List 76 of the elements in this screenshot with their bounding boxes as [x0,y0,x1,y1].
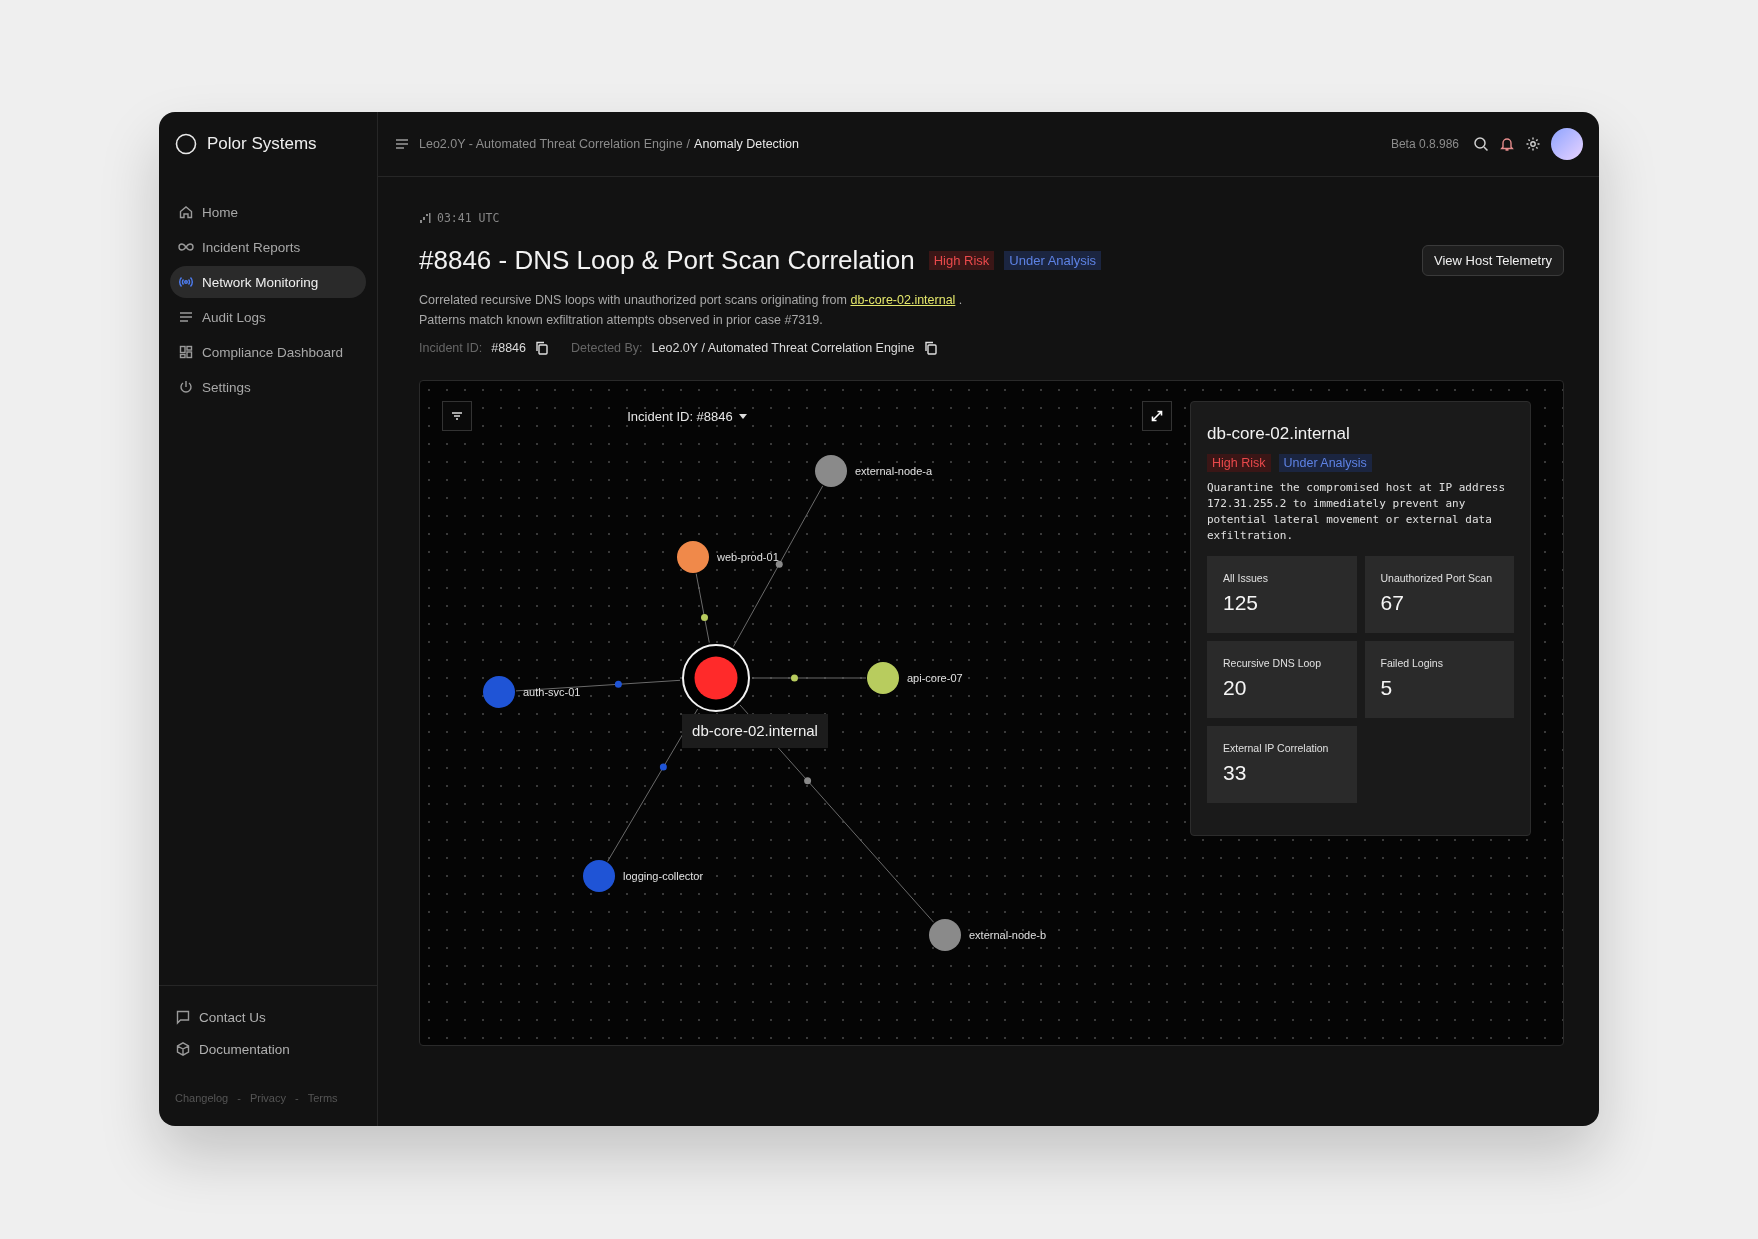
breadcrumb-separator: / [686,137,691,151]
logo-circle-icon [175,133,197,155]
cube-icon [175,1041,191,1057]
link-separator: - [237,1092,241,1104]
version-label: Beta 0.8.986 [1390,137,1459,151]
stat-value: 20 [1223,676,1248,700]
timestamp: 03:41 UTC [437,211,500,225]
chat-icon [175,1009,191,1025]
stat-label: Unauthorized Port Scan [1380,572,1493,584]
bell-icon[interactable] [1499,136,1515,152]
stat-value: 5 [1380,676,1394,700]
sidebar-item[interactable]: Audit Logs [170,301,366,333]
incident-title: #8846 - DNS Loop & Port Scan Correlation [419,245,915,276]
stat-label: Failed Logins [1380,657,1444,669]
sidebar-link[interactable]: Documentation [175,1038,361,1060]
sidebar-item[interactable]: Compliance Dashboard [170,336,366,368]
host-link[interactable]: db-core-02.internal [850,293,956,307]
sidebar-item[interactable]: Incident Reports [170,231,366,263]
breadcrumb-link[interactable]: Leo2.0Y - Automated Threat Correlation Engine [419,137,683,151]
connection-line [695,573,710,644]
selected-host-node[interactable] [682,644,750,712]
copy-icon[interactable] [535,341,549,355]
host-name: db-core-02.internal [1207,424,1351,444]
brand-name: Polor Systems [207,134,317,154]
incident-description: Correlated recursive DNS loops with unauthorized port scans originating from db-core-02.internal . Patterns match known exfiltration attempts observed in prior case #7319. [419,292,964,329]
host-node[interactable] [583,860,615,892]
status-tag: High Risk [928,251,995,270]
view-telemetry-button[interactable]: View Host Telemetry [1422,245,1564,276]
breadcrumb-link[interactable]: Anomaly Detection [694,137,799,151]
node-label: logging-collector [623,870,704,882]
filter-button[interactable] [442,401,472,431]
status-tag: Under Analysis [1278,454,1372,472]
node-label: web-prod-01 [717,551,779,563]
meta-label: Detected By: [571,341,643,355]
stat-label: All Issues [1223,572,1269,584]
node-label: external-node-b [969,929,1047,941]
sidebar-item[interactable]: Network Monitoring [170,266,366,298]
caret-icon [738,413,747,419]
filter-icon [450,409,464,423]
sidebar-item[interactable]: Settings [170,371,366,403]
sidebar-item[interactable]: Home [170,196,366,228]
stat-value: 125 [1223,591,1260,615]
settings-icon[interactable] [1525,136,1541,152]
recommendation-text: Quarantine the compromised host at IP address 172.31.255.2 to immediately prevent any potential lateral movement or external data exfiltration. [1207,480,1506,544]
meta-label: Incident ID: [419,341,483,355]
node-label: auth-svc-01 [523,686,581,698]
host-node[interactable] [929,919,961,951]
status-tag: Under Analysis [1004,251,1102,270]
avatar[interactable] [1551,128,1583,160]
host-node[interactable] [815,455,847,487]
stat-value: 67 [1380,591,1405,615]
grid-icon [178,344,194,360]
search-icon[interactable] [1473,136,1489,152]
incident-dropdown[interactable]: Incident ID: #8846 [623,404,751,428]
host-node[interactable] [677,541,709,573]
copy-icon[interactable] [923,341,938,355]
power-icon [178,379,194,395]
node-label: external-node-a [855,465,933,477]
menu-icon[interactable] [395,137,409,151]
meta-value: #8846 [491,341,526,355]
sidebar-link[interactable]: Contact Us [175,1006,361,1028]
stat-label: External IP Correlation [1223,742,1330,754]
host-node[interactable] [867,662,899,694]
host-tooltip: db-core-02.internal [682,714,828,748]
stat-value: 33 [1223,761,1248,785]
host-node[interactable] [483,676,515,708]
home-icon [178,204,194,220]
expand-button[interactable] [1142,401,1172,431]
meta-value: Leo2.0Y / Automated Threat Correlation Engine [651,341,915,355]
status-tag: High Risk [1207,454,1271,472]
node-label: api-core-07 [907,672,963,684]
link-separator: - [294,1092,299,1104]
expand-icon [1150,409,1164,423]
signal-icon [419,212,431,224]
stat-label: Recursive DNS Loop [1223,657,1323,669]
list-icon [178,309,194,325]
